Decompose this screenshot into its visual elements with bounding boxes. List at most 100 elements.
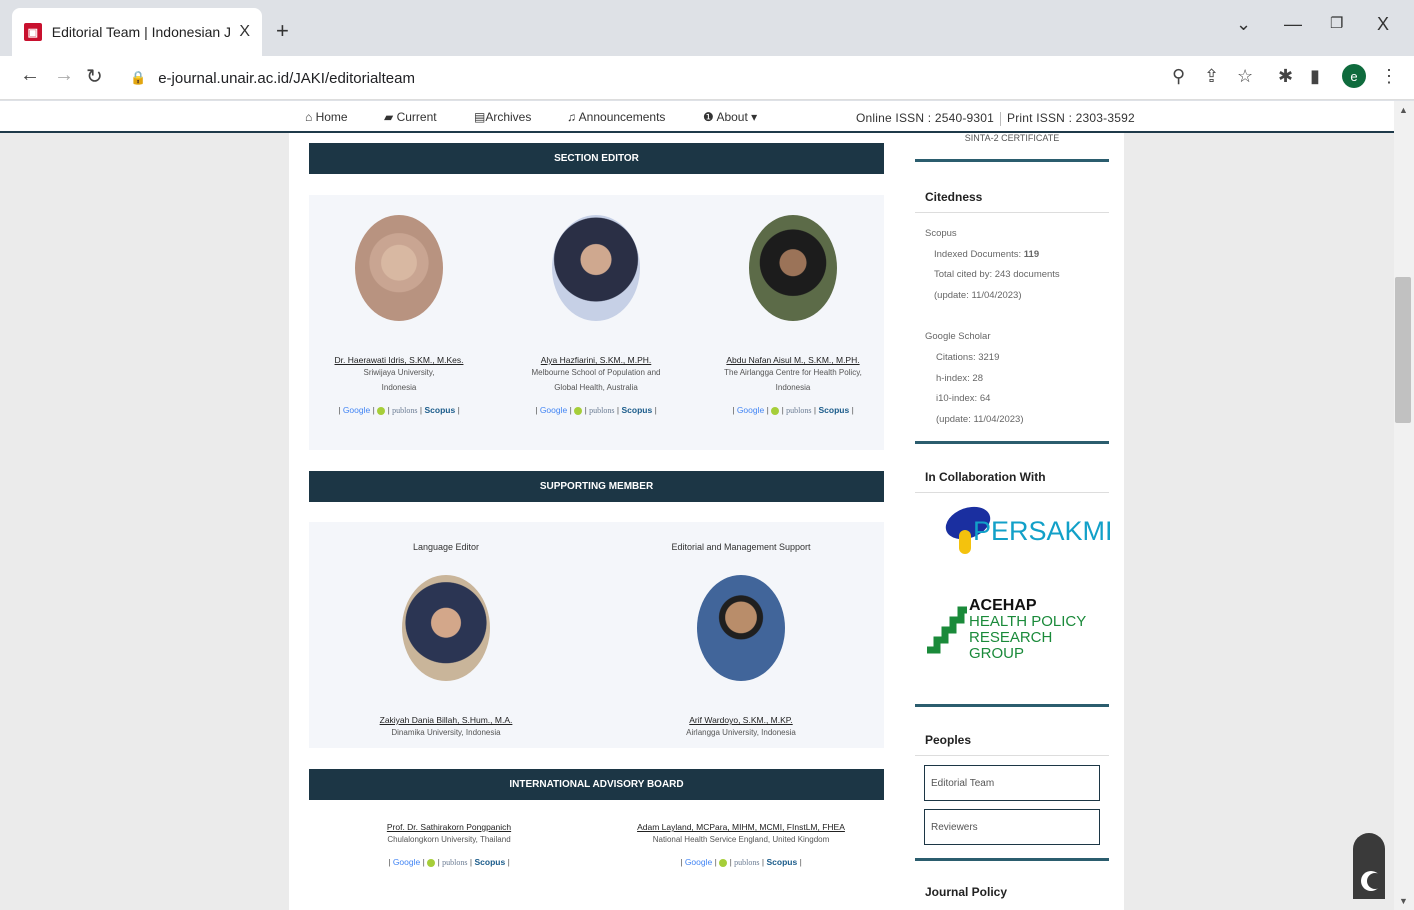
orcid-icon[interactable] — [377, 406, 386, 415]
restore-button[interactable]: ❐ — [1330, 14, 1343, 32]
share-icon[interactable]: ⇪ — [1204, 66, 1219, 87]
publons-link[interactable]: publons — [392, 406, 417, 415]
publons-link[interactable]: publons — [589, 406, 614, 415]
person-name-link[interactable]: Zakiyah Dania Billah, S.Hum., M.A. — [351, 715, 541, 725]
forward-arrow-icon[interactable]: → — [54, 64, 74, 87]
publons-link[interactable]: publons — [442, 858, 467, 867]
reviewers-link[interactable]: Reviewers — [924, 809, 1100, 845]
links-separator: | — [680, 857, 683, 867]
tab-close-icon[interactable]: X — [239, 23, 250, 41]
zoom-icon[interactable]: ⚲ — [1172, 66, 1185, 87]
scopus-link[interactable]: Scopus — [766, 857, 797, 867]
minimize-button[interactable]: — — [1284, 14, 1302, 35]
extensions-puzzle-icon[interactable]: ✱ — [1278, 66, 1293, 87]
person-affiliation: Global Health, Australia — [554, 383, 638, 392]
google-scholar-link[interactable]: Google — [685, 857, 712, 867]
person-affiliation: Indonesia — [775, 383, 811, 392]
person-name-link[interactable]: Adam Layland, MCPara, MIHM, MCMI, FInstL… — [611, 822, 871, 832]
print-issn: Print ISSN : 2303-3592 — [1007, 111, 1135, 125]
browser-tab[interactable]: ▣ Editorial Team | Indonesian Journ X — [12, 8, 262, 56]
nav-about-label: About — [716, 110, 748, 124]
new-tab-button[interactable]: + — [276, 18, 289, 44]
nav-current[interactable]: ▰ Current — [384, 110, 437, 124]
reload-icon[interactable]: ↻ — [86, 64, 103, 89]
links-separator: | — [457, 405, 460, 415]
orcid-icon[interactable] — [719, 858, 728, 867]
links-separator: | — [781, 405, 784, 415]
nav-archives[interactable]: ▤Archives — [474, 110, 531, 124]
person-card: Alya Hazfiarini, S.KM., M.PH. Melbourne … — [501, 215, 691, 415]
profile-avatar[interactable]: e — [1342, 64, 1366, 88]
links-separator: | — [761, 857, 765, 867]
site-navbar: ⌂ Home ▰ Current ▤Archives ♫ Announcemen… — [0, 101, 1394, 133]
indexed-label: Indexed Documents: — [934, 249, 1022, 260]
gs-i10-index: i10-index: 64 — [936, 393, 991, 404]
scopus-link[interactable]: Scopus — [424, 405, 455, 415]
google-scholar-link[interactable]: Google — [540, 405, 567, 415]
google-scholar-link[interactable]: Google — [737, 405, 764, 415]
person-affiliation: Indonesia — [381, 383, 417, 392]
links-separator: | — [799, 857, 802, 867]
editorial-team-link[interactable]: Editorial Team — [924, 765, 1100, 801]
google-scholar-link[interactable]: Google — [343, 405, 370, 415]
scopus-link[interactable]: Scopus — [621, 405, 652, 415]
avatar — [355, 215, 443, 321]
person-name-link[interactable]: Abdu Nafan Aisul M., S.KM., M.PH. — [698, 355, 888, 365]
orcid-icon[interactable] — [771, 406, 780, 415]
person-name-link[interactable]: Arif Wardoyo, S.KM., M.KP. — [646, 715, 836, 725]
nav-about[interactable]: ❶ About ▾ — [703, 110, 757, 124]
nav-announcements[interactable]: ♫ Announcements — [567, 110, 665, 124]
vertical-scrollbar[interactable]: ▲ ▼ — [1394, 101, 1414, 910]
links-separator: | — [766, 405, 769, 415]
role-label: Language Editor — [412, 542, 480, 552]
scopus-link[interactable]: Scopus — [818, 405, 849, 415]
person-card: Arif Wardoyo, S.KM., M.KP. Airlangga Uni… — [646, 575, 836, 740]
person-name-link[interactable]: Alya Hazfiarini, S.KM., M.PH. — [501, 355, 691, 365]
omnibox[interactable]: 🔒 e-journal.unair.ac.id/JAKI/editorialte… — [118, 62, 1148, 94]
journal-policy-title: Journal Policy — [925, 885, 1008, 899]
acehap-subtitle-1: HEALTH POLICY — [969, 613, 1087, 630]
moon-icon — [1367, 873, 1383, 889]
role-label: Editorial and Management Support — [671, 542, 811, 552]
publons-link[interactable]: publons — [786, 406, 811, 415]
dark-mode-toggle[interactable] — [1353, 833, 1385, 899]
person-name-link[interactable]: Dr. Haerawati Idris, S.KM., M.Kes. — [304, 355, 494, 365]
gs-update: (update: 11/04/2023) — [936, 414, 1024, 425]
person-affiliation: Dinamika University, Indonesia — [391, 728, 501, 737]
address-toolbar: ← → ↻ 🔒 e-journal.unair.ac.id/JAKI/edito… — [0, 56, 1414, 100]
google-scholar-link[interactable]: Google — [393, 857, 420, 867]
links-separator: | — [387, 405, 390, 415]
avatar — [697, 575, 785, 681]
google-scholar-label: Google Scholar — [925, 331, 991, 342]
persakmi-logo[interactable]: PERSAKMI — [941, 501, 1113, 562]
close-window-button[interactable]: X — [1377, 14, 1389, 35]
scopus-link[interactable]: Scopus — [474, 857, 505, 867]
tab-search-chevron-icon[interactable]: ⌄ — [1236, 14, 1251, 35]
caret-down-icon: ▾ — [751, 110, 758, 124]
person-affiliation: The Airlangga Centre for Health Policy, — [724, 368, 862, 377]
url-text[interactable]: e-journal.unair.ac.id/JAKI/editorialteam — [158, 70, 415, 87]
person-name-link[interactable]: Prof. Dr. Sathirakorn Pongpanich — [334, 822, 564, 832]
links-separator: | — [569, 405, 572, 415]
orcid-icon[interactable] — [574, 406, 583, 415]
links-separator: | — [732, 405, 735, 415]
scroll-up-arrow-icon[interactable]: ▲ — [1399, 105, 1408, 115]
nav-home[interactable]: ⌂ Home — [305, 110, 348, 124]
scroll-down-arrow-icon[interactable]: ▼ — [1399, 896, 1408, 906]
bookmark-star-icon[interactable]: ☆ — [1237, 66, 1253, 87]
person-affiliation: Sriwijaya University, — [363, 368, 435, 377]
orcid-icon[interactable] — [427, 858, 436, 867]
avatar — [402, 575, 490, 681]
side-panel-icon[interactable]: ▮ — [1310, 66, 1320, 87]
links-separator: | — [338, 405, 341, 415]
acehap-stairs-icon — [927, 606, 967, 654]
menu-kebab-icon[interactable]: ⋮ — [1380, 66, 1398, 87]
back-arrow-icon[interactable]: ← — [20, 64, 40, 87]
peoples-title: Peoples — [915, 721, 1109, 756]
scrollbar-thumb[interactable] — [1395, 277, 1411, 423]
links-separator: | — [469, 857, 473, 867]
profile-links: | Google | | publons | Scopus | — [334, 857, 564, 867]
acehap-logo[interactable]: ACEHAP HEALTH POLICY RESEARCH GROUP — [925, 598, 1105, 662]
persakmi-figure-icon — [959, 530, 971, 554]
publons-link[interactable]: publons — [734, 858, 759, 867]
